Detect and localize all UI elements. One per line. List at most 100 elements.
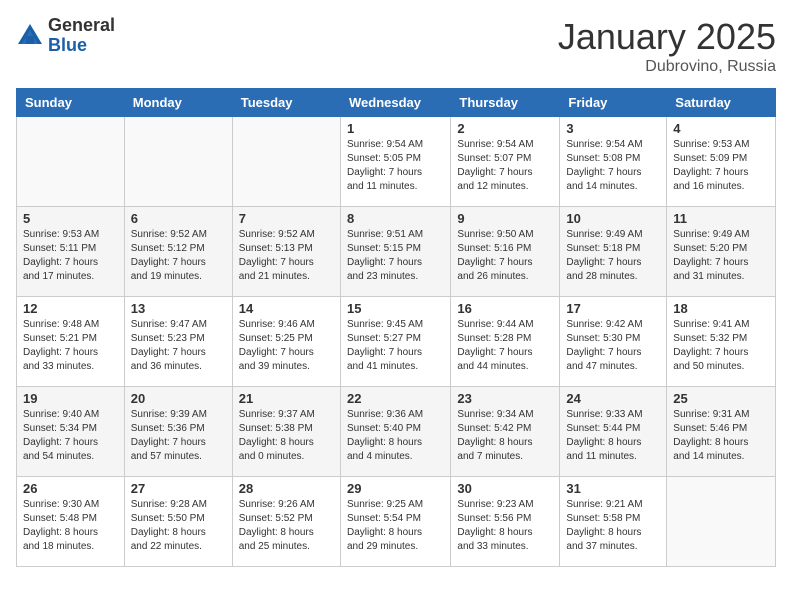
day-number: 13 — [131, 301, 226, 316]
calendar-cell: 27Sunrise: 9:28 AM Sunset: 5:50 PM Dayli… — [124, 477, 232, 567]
calendar-cell: 25 Sunrise: 9:31 AM Sunset: 5:46 PM Dayli… — [667, 387, 776, 477]
day-info: Sunrise: 9:26 AM Sunset: 5:52 PM Dayligh… — [239, 498, 334, 554]
weekday-header: Friday — [560, 89, 667, 117]
calendar-cell: 26 Sunrise: 9:30 AM Sunset: 5:48 PM Dayli… — [17, 477, 125, 567]
calendar-cell: 31 Sunrise: 9:21 AM Sunset: 5:58 PM Dayli… — [560, 477, 667, 567]
logo-general: General — [48, 15, 115, 35]
day-number: 5 — [23, 211, 118, 226]
weekday-header: Monday — [124, 89, 232, 117]
day-info: Sunrise: 9:36 AM Sunset: 5:40 PM Dayligh… — [347, 408, 444, 464]
day-info: Sunrise: 9:53 AM Sunset: 5:11 PM Dayligh… — [23, 228, 118, 284]
calendar-cell: 22 Sunrise: 9:36 AM Sunset: 5:40 PM Dayli… — [340, 387, 450, 477]
day-number: 28 — [239, 481, 334, 496]
day-number: 30 — [457, 481, 553, 496]
calendar-cell: 29 Sunrise: 9:25 AM Sunset: 5:54 PM Dayli… — [340, 477, 450, 567]
calendar-cell: 6Sunrise: 9:52 AM Sunset: 5:12 PM Daylig… — [124, 207, 232, 297]
day-info: Sunrise: 9:33 AM Sunset: 5:44 PM Dayligh… — [566, 408, 660, 464]
day-number: 18 — [673, 301, 769, 316]
calendar-cell — [232, 117, 340, 207]
calendar-cell: 4 Sunrise: 9:53 AM Sunset: 5:09 PM Daylig… — [667, 117, 776, 207]
day-info: Sunrise: 9:50 AM Sunset: 5:16 PM Dayligh… — [457, 228, 553, 284]
calendar-cell: 18 Sunrise: 9:41 AM Sunset: 5:32 PM Dayli… — [667, 297, 776, 387]
day-info: Sunrise: 9:54 AM Sunset: 5:05 PM Dayligh… — [347, 138, 444, 194]
day-number: 10 — [566, 211, 660, 226]
calendar-cell: 23 Sunrise: 9:34 AM Sunset: 5:42 PM Dayli… — [451, 387, 560, 477]
weekday-header: Sunday — [17, 89, 125, 117]
day-number: 1 — [347, 121, 444, 136]
day-number: 29 — [347, 481, 444, 496]
day-number: 11 — [673, 211, 769, 226]
day-number: 4 — [673, 121, 769, 136]
day-info: Sunrise: 9:54 AM Sunset: 5:07 PM Dayligh… — [457, 138, 553, 194]
calendar-cell: 8Sunrise: 9:51 AM Sunset: 5:15 PM Daylig… — [340, 207, 450, 297]
day-number: 23 — [457, 391, 553, 406]
day-number: 3 — [566, 121, 660, 136]
day-number: 9 — [457, 211, 553, 226]
calendar-week-row: 5 Sunrise: 9:53 AM Sunset: 5:11 PM Daylig… — [17, 207, 776, 297]
calendar-cell: 13 Sunrise: 9:47 AM Sunset: 5:23 PM Dayli… — [124, 297, 232, 387]
logo-text: General Blue — [48, 16, 115, 56]
day-info: Sunrise: 9:25 AM Sunset: 5:54 PM Dayligh… — [347, 498, 444, 554]
day-info: Sunrise: 9:41 AM Sunset: 5:32 PM Dayligh… — [673, 318, 769, 374]
day-number: 14 — [239, 301, 334, 316]
day-info: Sunrise: 9:53 AM Sunset: 5:09 PM Dayligh… — [673, 138, 769, 194]
calendar-cell: 5 Sunrise: 9:53 AM Sunset: 5:11 PM Daylig… — [17, 207, 125, 297]
day-number: 27 — [131, 481, 226, 496]
day-info: Sunrise: 9:30 AM Sunset: 5:48 PM Dayligh… — [23, 498, 118, 554]
day-info: Sunrise: 9:34 AM Sunset: 5:42 PM Dayligh… — [457, 408, 553, 464]
day-info: Sunrise: 9:23 AM Sunset: 5:56 PM Dayligh… — [457, 498, 553, 554]
day-number: 2 — [457, 121, 553, 136]
day-number: 12 — [23, 301, 118, 316]
weekday-header-row: SundayMondayTuesdayWednesdayThursdayFrid… — [17, 89, 776, 117]
day-info: Sunrise: 9:21 AM Sunset: 5:58 PM Dayligh… — [566, 498, 660, 554]
day-number: 6 — [131, 211, 226, 226]
day-info: Sunrise: 9:31 AM Sunset: 5:46 PM Dayligh… — [673, 408, 769, 464]
calendar-table: SundayMondayTuesdayWednesdayThursdayFrid… — [16, 88, 776, 567]
calendar-cell: 30 Sunrise: 9:23 AM Sunset: 5:56 PM Dayli… — [451, 477, 560, 567]
day-info: Sunrise: 9:49 AM Sunset: 5:20 PM Dayligh… — [673, 228, 769, 284]
day-info: Sunrise: 9:54 AM Sunset: 5:08 PM Dayligh… — [566, 138, 660, 194]
day-info: Sunrise: 9:48 AM Sunset: 5:21 PM Dayligh… — [23, 318, 118, 374]
calendar-cell: 9 Sunrise: 9:50 AM Sunset: 5:16 PM Daylig… — [451, 207, 560, 297]
day-number: 31 — [566, 481, 660, 496]
weekday-header: Wednesday — [340, 89, 450, 117]
logo: General Blue — [16, 16, 115, 56]
calendar-cell — [124, 117, 232, 207]
day-info: Sunrise: 9:40 AM Sunset: 5:34 PM Dayligh… — [23, 408, 118, 464]
calendar-week-row: 26 Sunrise: 9:30 AM Sunset: 5:48 PM Dayli… — [17, 477, 776, 567]
location: Dubrovino, Russia — [558, 58, 776, 76]
day-number: 19 — [23, 391, 118, 406]
calendar-week-row: 1 Sunrise: 9:54 AM Sunset: 5:05 PM Daylig… — [17, 117, 776, 207]
calendar-cell: 7 Sunrise: 9:52 AM Sunset: 5:13 PM Daylig… — [232, 207, 340, 297]
calendar-cell — [667, 477, 776, 567]
day-info: Sunrise: 9:37 AM Sunset: 5:38 PM Dayligh… — [239, 408, 334, 464]
day-number: 25 — [673, 391, 769, 406]
day-info: Sunrise: 9:46 AM Sunset: 5:25 PM Dayligh… — [239, 318, 334, 374]
day-number: 16 — [457, 301, 553, 316]
calendar-cell: 20Sunrise: 9:39 AM Sunset: 5:36 PM Dayli… — [124, 387, 232, 477]
day-number: 21 — [239, 391, 334, 406]
day-number: 26 — [23, 481, 118, 496]
calendar-cell: 11 Sunrise: 9:49 AM Sunset: 5:20 PM Dayli… — [667, 207, 776, 297]
weekday-header: Tuesday — [232, 89, 340, 117]
calendar-cell: 16Sunrise: 9:44 AM Sunset: 5:28 PM Dayli… — [451, 297, 560, 387]
month-title: January 2025 — [558, 16, 776, 58]
day-info: Sunrise: 9:52 AM Sunset: 5:13 PM Dayligh… — [239, 228, 334, 284]
day-info: Sunrise: 9:39 AM Sunset: 5:36 PM Dayligh… — [131, 408, 226, 464]
day-number: 17 — [566, 301, 660, 316]
day-number: 7 — [239, 211, 334, 226]
day-info: Sunrise: 9:49 AM Sunset: 5:18 PM Dayligh… — [566, 228, 660, 284]
calendar-cell — [17, 117, 125, 207]
calendar-week-row: 12 Sunrise: 9:48 AM Sunset: 5:21 PM Dayli… — [17, 297, 776, 387]
page-header: General Blue January 2025 Dubrovino, Rus… — [16, 16, 776, 76]
day-number: 8 — [347, 211, 444, 226]
logo-blue-text: Blue — [48, 35, 87, 55]
calendar-cell: 15Sunrise: 9:45 AM Sunset: 5:27 PM Dayli… — [340, 297, 450, 387]
day-info: Sunrise: 9:47 AM Sunset: 5:23 PM Dayligh… — [131, 318, 226, 374]
day-info: Sunrise: 9:45 AM Sunset: 5:27 PM Dayligh… — [347, 318, 444, 374]
day-number: 22 — [347, 391, 444, 406]
calendar-cell: 3 Sunrise: 9:54 AM Sunset: 5:08 PM Daylig… — [560, 117, 667, 207]
calendar-cell: 12 Sunrise: 9:48 AM Sunset: 5:21 PM Dayli… — [17, 297, 125, 387]
day-info: Sunrise: 9:42 AM Sunset: 5:30 PM Dayligh… — [566, 318, 660, 374]
calendar-cell: 21 Sunrise: 9:37 AM Sunset: 5:38 PM Dayli… — [232, 387, 340, 477]
